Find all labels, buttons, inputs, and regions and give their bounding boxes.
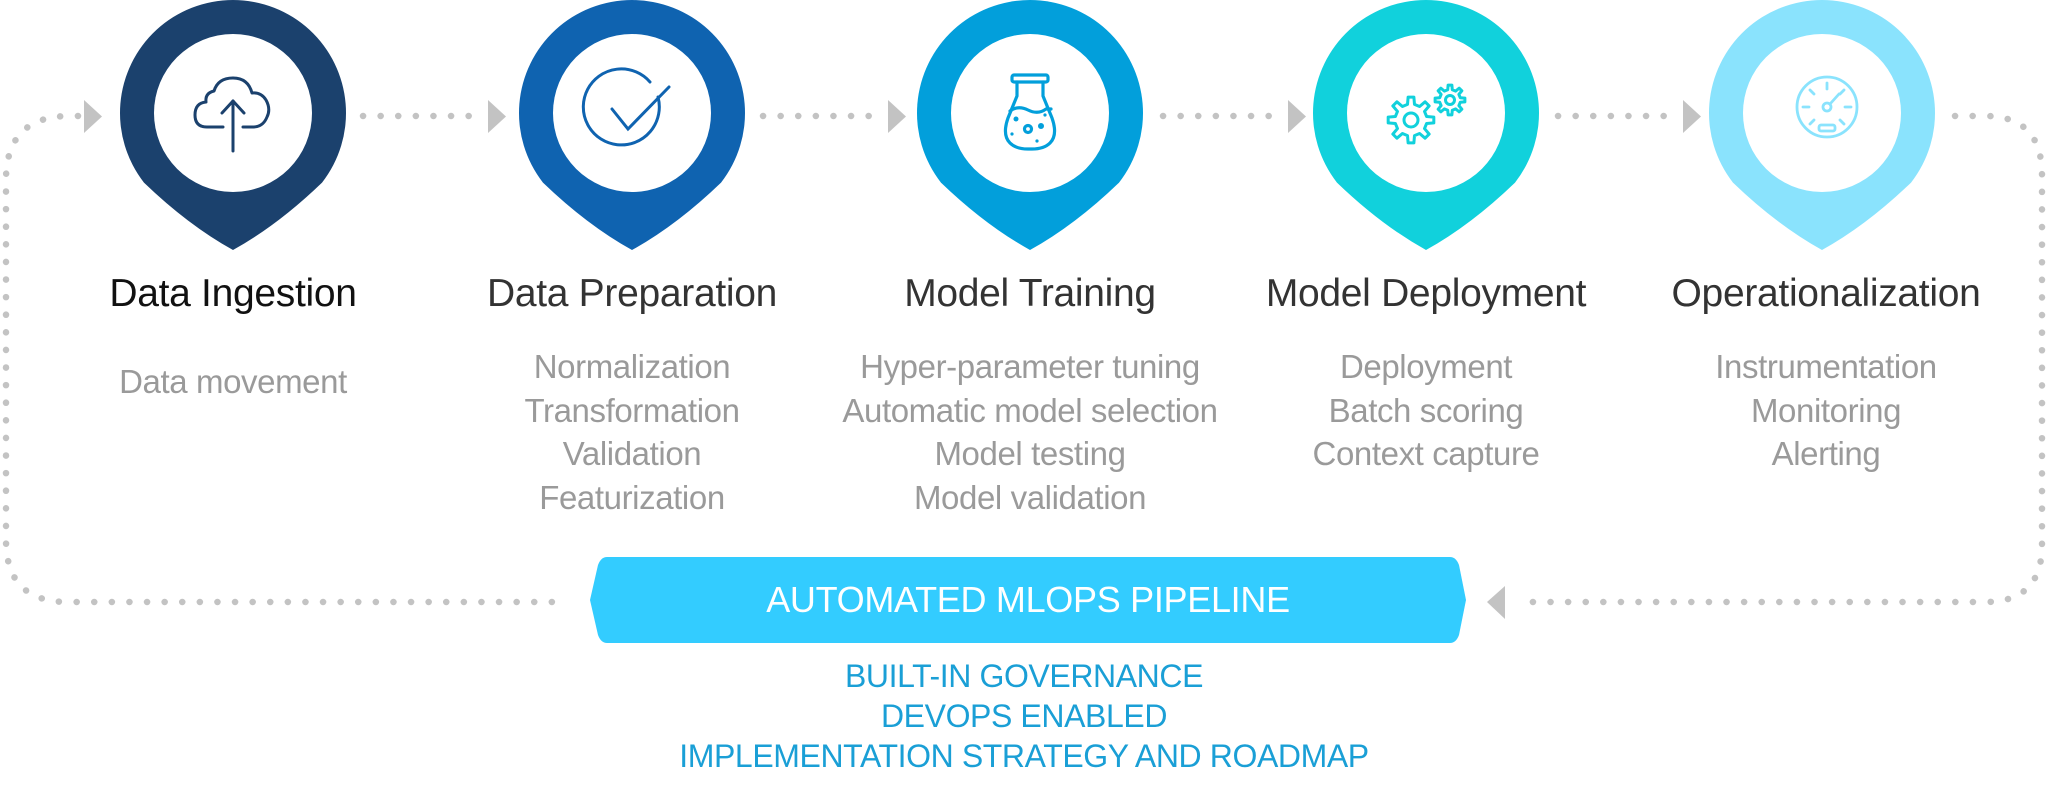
stage-items: Normalization Transformation Validation … xyxy=(402,345,862,519)
stage-item: Model validation xyxy=(913,478,1147,516)
arrow-right-icon xyxy=(1288,100,1306,133)
capability-line: DEVOPS ENABLED xyxy=(880,698,1168,734)
stage-item: Transformation xyxy=(524,391,740,429)
stage-item: Deployment xyxy=(1339,348,1513,385)
capability-line: BUILT-IN GOVERNANCE xyxy=(844,658,1204,694)
stage-pin-inner-circle xyxy=(553,34,711,192)
stage-item: Data movement xyxy=(119,363,347,400)
stage-item: Automatic model selection xyxy=(842,391,1218,429)
arrow-left-icon xyxy=(1487,586,1505,619)
stage-title: Data Ingestion xyxy=(109,272,357,315)
stage-items: Deployment Batch scoring Context capture xyxy=(1196,345,1656,476)
stage-item: Normalization xyxy=(533,348,731,385)
stage-title: Operationalization xyxy=(1671,272,1981,315)
stage-pin-inner-circle xyxy=(951,34,1109,192)
arrow-right-icon xyxy=(1683,100,1701,133)
stage-item: Featurization xyxy=(539,478,725,516)
stage-title: Model Deployment xyxy=(1265,272,1587,315)
stage-items: Data movement xyxy=(3,360,463,404)
stage-items: Instrumentation Monitoring Alerting xyxy=(1596,345,2048,476)
pipeline-banner-label: AUTOMATED MLOPS PIPELINE xyxy=(766,579,1290,620)
stage-item: Validation xyxy=(562,435,702,472)
stage-item: Alerting xyxy=(1771,435,1881,472)
capability-line: IMPLEMENTATION STRATEGY AND ROADMAP xyxy=(679,738,1369,774)
stage-items: Hyper-parameter tuning Automatic model s… xyxy=(800,345,1260,519)
stage-item: Context capture xyxy=(1312,435,1540,472)
stage-title: Data Preparation xyxy=(486,272,778,315)
stage-item: Model testing xyxy=(934,435,1126,472)
stage-pin-inner-circle xyxy=(1743,34,1901,192)
stage-title: Model Training xyxy=(904,272,1156,315)
stage-item: Monitoring xyxy=(1750,391,1902,429)
stage-item: Batch scoring xyxy=(1328,391,1524,429)
capabilities-list: BUILT-IN GOVERNANCE DEVOPS ENABLED IMPLE… xyxy=(524,656,1524,776)
arrow-right-icon xyxy=(488,100,506,133)
arrow-right-icon xyxy=(888,100,906,133)
arrow-right-icon xyxy=(84,100,102,133)
stage-item: Instrumentation xyxy=(1715,348,1937,385)
stage-item: Hyper-parameter tuning xyxy=(860,348,1200,385)
